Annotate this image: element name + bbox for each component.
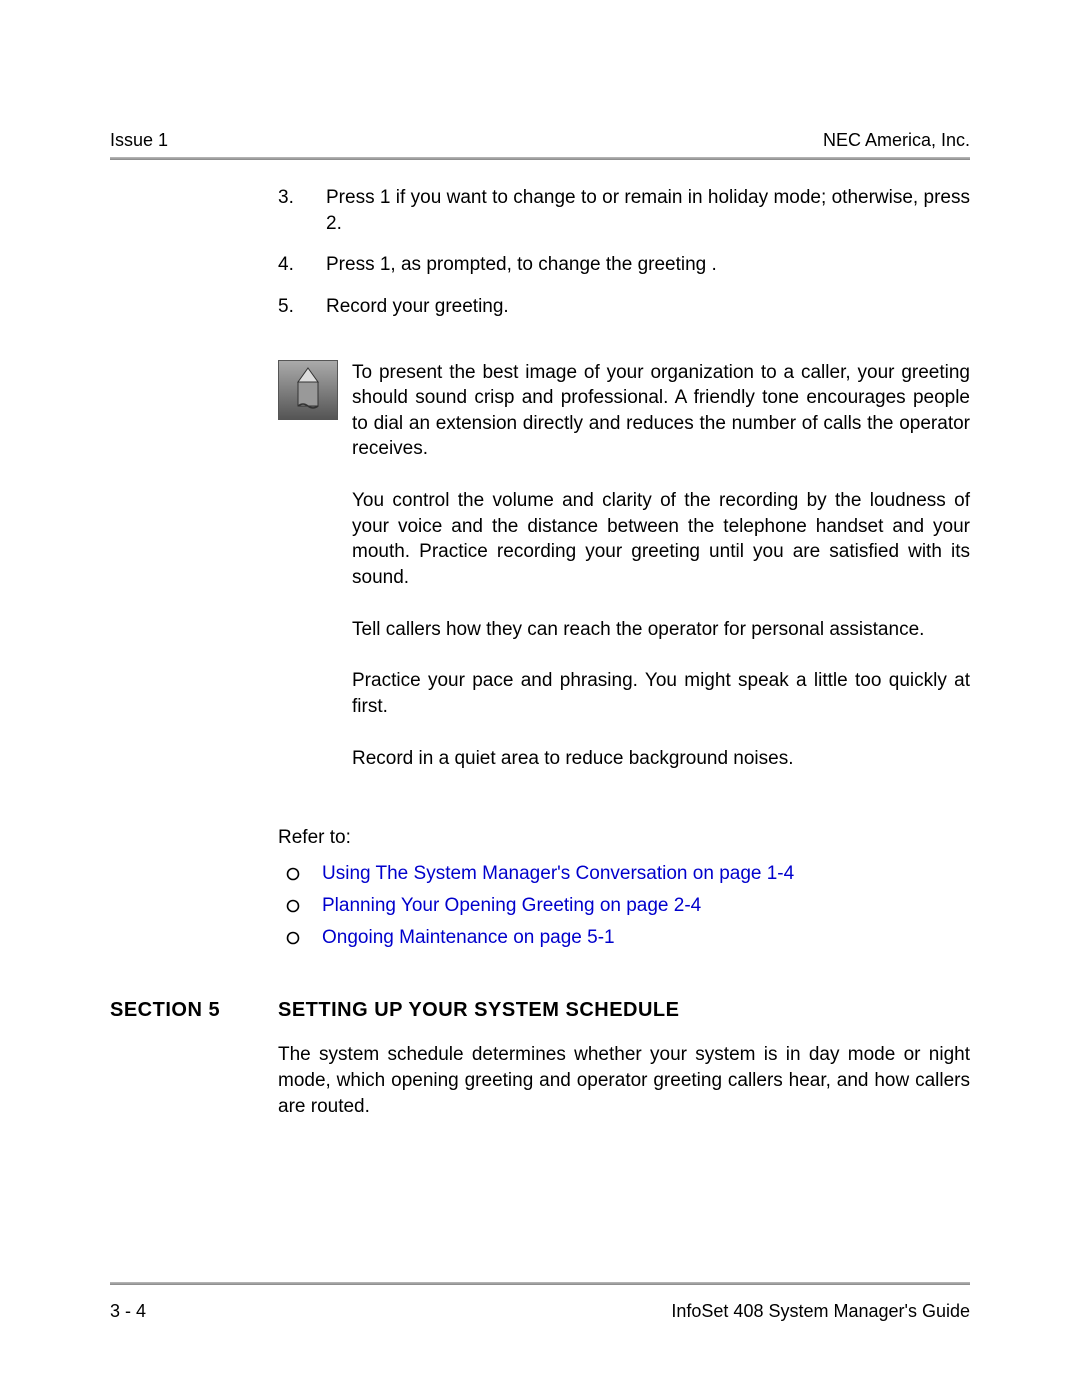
section-heading: SECTION 5 SETTING UP YOUR SYSTEM SCHEDUL…	[110, 999, 970, 1022]
reference-link[interactable]: Planning Your Opening Greeting on page 2…	[322, 895, 701, 917]
tip-paragraph: Record in a quiet area to reduce backgro…	[352, 746, 970, 772]
footer-rule	[110, 1282, 970, 1285]
step-text: Press 1, as prompted, to change the gree…	[326, 252, 970, 278]
reference-item: Using The System Manager's Conversation …	[278, 863, 970, 885]
step-text: Press 1 if you want to change to or rema…	[326, 185, 970, 236]
step-number: 3.	[278, 185, 326, 236]
section-number: SECTION 5	[110, 999, 278, 1022]
footer-doc-title: InfoSet 408 System Manager's Guide	[671, 1301, 970, 1322]
tip-paragraphs: To present the best image of your organi…	[352, 360, 970, 798]
section-title: SETTING UP YOUR SYSTEM SCHEDULE	[278, 999, 680, 1022]
step-item: 3. Press 1 if you want to change to or r…	[278, 185, 970, 236]
step-item: 4. Press 1, as prompted, to change the g…	[278, 252, 970, 278]
circle-bullet-icon	[286, 863, 322, 885]
refer-label: Refer to:	[278, 827, 970, 849]
step-number: 5.	[278, 294, 326, 320]
page-footer: 3 - 4 InfoSet 408 System Manager's Guide	[110, 1282, 970, 1322]
circle-bullet-icon	[286, 895, 322, 917]
page-header: Issue 1 NEC America, Inc.	[110, 130, 970, 157]
document-page: Issue 1 NEC America, Inc. 3. Press 1 if …	[0, 0, 1080, 1397]
tip-pencil-icon	[278, 360, 338, 420]
step-item: 5. Record your greeting.	[278, 294, 970, 320]
header-left: Issue 1	[110, 130, 168, 151]
tip-paragraph: You control the volume and clarity of th…	[352, 488, 970, 591]
tip-paragraph: Tell callers how they can reach the oper…	[352, 617, 970, 643]
step-number: 4.	[278, 252, 326, 278]
header-rule	[110, 157, 970, 160]
step-text: Record your greeting.	[326, 294, 970, 320]
reference-item: Ongoing Maintenance on page 5-1	[278, 927, 970, 949]
reference-link[interactable]: Using The System Manager's Conversation …	[322, 863, 794, 885]
section-body: The system schedule determines whether y…	[278, 1042, 970, 1119]
tip-paragraph: To present the best image of your organi…	[352, 360, 970, 463]
circle-bullet-icon	[286, 927, 322, 949]
tip-paragraph: Practice your pace and phrasing. You mig…	[352, 668, 970, 719]
body-column: 3. Press 1 if you want to change to or r…	[278, 185, 970, 949]
footer-page-number: 3 - 4	[110, 1301, 146, 1322]
reference-link[interactable]: Ongoing Maintenance on page 5-1	[322, 927, 615, 949]
header-right: NEC America, Inc.	[823, 130, 970, 151]
tip-block: To present the best image of your organi…	[278, 360, 970, 798]
reference-item: Planning Your Opening Greeting on page 2…	[278, 895, 970, 917]
